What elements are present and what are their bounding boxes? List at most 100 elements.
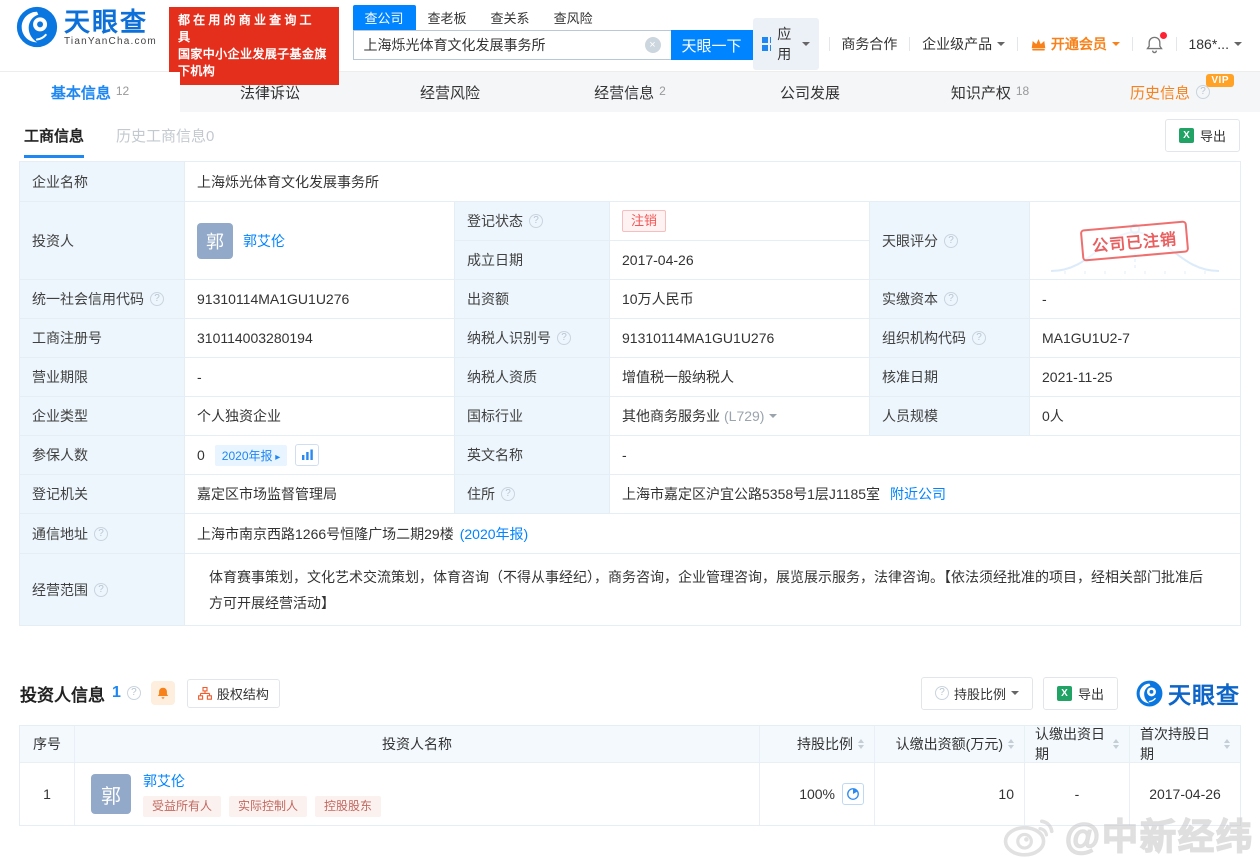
tab-operational-risk[interactable]: 经营风险 (360, 72, 540, 112)
investor-tags: 受益所有人 实际控制人 控股股东 (143, 796, 389, 817)
help-icon[interactable] (944, 233, 958, 248)
help-icon[interactable] (94, 582, 108, 597)
account-menu[interactable]: 186*... (1186, 36, 1243, 52)
sort-icon[interactable] (1113, 739, 1119, 749)
tianyancha-logo[interactable]: 天眼查 TianYanCha.com (16, 6, 157, 48)
help-icon[interactable] (944, 292, 958, 306)
help-icon[interactable] (557, 331, 571, 345)
export-button[interactable]: 导出 (1164, 119, 1240, 152)
notification-bell-icon[interactable] (1145, 31, 1167, 54)
investors-export-button[interactable]: 导出 (1042, 676, 1118, 710)
col-header-subscribed-date[interactable]: 认缴出资日期 (1025, 726, 1130, 763)
annual-report-badge[interactable]: 2020年报 (214, 444, 288, 466)
subtab-history-registration[interactable]: 历史工商信息0 (116, 125, 214, 146)
tab-basic-info[interactable]: 基本信息 12 (0, 72, 180, 112)
clear-icon[interactable] (644, 37, 661, 53)
notification-dot (1159, 31, 1167, 39)
company-type-value: 个人独资企业 (185, 397, 455, 436)
tianyancha-brand-mark: 天眼查 (1136, 676, 1240, 710)
sort-icon[interactable] (858, 739, 864, 749)
col-header-investor-name: 投资人名称 (75, 726, 760, 763)
industry-value[interactable]: 其他商务服务业 (L729) (610, 397, 870, 436)
business-info-table: 企业名称 上海烁光体育文化发展事务所 投资人 郭 郭艾伦 登记状态 注销 天眼评… (19, 161, 1241, 626)
tab-count: 12 (115, 84, 130, 98)
investor-cell: 郭 郭艾伦 (185, 202, 455, 280)
search-tab-boss[interactable]: 查老板 (416, 5, 479, 30)
help-icon[interactable] (150, 292, 164, 306)
tianyancha-swirl-icon (1136, 680, 1163, 707)
tab-history-info[interactable]: VIP 历史信息 (1080, 72, 1260, 112)
reg-status-label: 登记状态 (455, 202, 610, 241)
help-icon[interactable] (529, 214, 543, 228)
search-tab-company[interactable]: 查公司 (352, 5, 416, 30)
tab-company-development[interactable]: 公司发展 (720, 72, 900, 112)
tab-label: 公司发展 (779, 84, 840, 102)
brand-text: 天眼查 (1168, 682, 1240, 708)
tab-business-info[interactable]: 经营信息 2 (540, 72, 720, 112)
top-nav: 应用 商务合作 企业级产品 开通会员 186*... (752, 18, 1244, 70)
taxpayer-id-label: 纳税人识别号 (455, 319, 610, 358)
insured-count-value: 0 2020年报 (185, 436, 455, 475)
company-name-label: 企业名称 (20, 162, 185, 202)
sort-icon[interactable] (1008, 739, 1014, 749)
sort-icon[interactable] (1224, 739, 1230, 749)
excel-icon (1178, 128, 1194, 143)
divider (1131, 37, 1133, 51)
paid-capital-value: - (1030, 280, 1240, 319)
help-icon[interactable] (126, 686, 141, 700)
help-icon[interactable] (1196, 85, 1210, 99)
col-header-ratio[interactable]: 持股比例 (760, 726, 875, 763)
english-name-value: - (610, 436, 1240, 475)
reg-status-value: 注销 (610, 202, 870, 241)
apps-menu[interactable]: 应用 (752, 18, 819, 70)
col-header-first-holding-date[interactable]: 首次持股日期 (1130, 726, 1240, 763)
nav-open-membership[interactable]: 开通会员 (1028, 34, 1122, 54)
business-scope-label: 经营范围 (20, 554, 185, 625)
help-icon[interactable] (94, 526, 108, 541)
help-icon[interactable] (972, 331, 986, 345)
amount-cell: 10 (875, 763, 1025, 825)
investor-avatar[interactable]: 郭 (91, 774, 131, 814)
company-type-label: 企业类型 (20, 397, 185, 436)
shareholding-ratio-button[interactable]: 持股比例 (920, 676, 1033, 710)
tianyancha-swirl-icon (16, 6, 58, 48)
tab-intellectual-property[interactable]: 知识产权 18 (900, 72, 1080, 112)
approval-date-label: 核准日期 (870, 358, 1030, 397)
chevron-down-icon[interactable] (769, 414, 778, 422)
org-code-label: 组织机构代码 (870, 319, 1030, 358)
col-header-subscribed-amount[interactable]: 认缴出资额(万元) (875, 726, 1025, 763)
subtab-business-registration[interactable]: 工商信息 (24, 125, 85, 158)
insured-count-label: 参保人数 (20, 436, 185, 475)
nearby-companies-link[interactable]: 附近公司 (890, 484, 946, 504)
equity-structure-button[interactable]: 股权结构 (186, 678, 280, 708)
business-term-value: - (185, 358, 455, 397)
nav-business-cooperation[interactable]: 商务合作 (839, 34, 899, 54)
sub-tab-bar: 工商信息 历史工商信息0 导出 (0, 112, 1260, 159)
pie-chart-icon[interactable] (842, 783, 864, 805)
logo-domain: TianYanCha.com (64, 35, 157, 47)
apps-grid-icon (761, 37, 772, 51)
mail-address-value: 上海市南京西路1266号恒隆广场二期29楼 (2020年报) (185, 514, 1240, 554)
investor-name-link[interactable]: 郭艾伦 (143, 771, 389, 791)
nav-enterprise-products[interactable]: 企业级产品 (920, 34, 1007, 54)
help-icon[interactable] (501, 487, 515, 501)
monitor-bell-icon[interactable] (150, 681, 175, 705)
search-tab-risk[interactable]: 查风险 (542, 5, 605, 30)
residence-label: 住所 (455, 475, 610, 514)
investor-avatar[interactable]: 郭 (197, 222, 233, 259)
annual-report-link[interactable]: (2020年报) (460, 524, 528, 544)
investor-name-link[interactable]: 郭艾伦 (243, 231, 285, 251)
tab-legal-proceedings[interactable]: 法律诉讼 (180, 72, 360, 112)
search-tab-relation[interactable]: 查关系 (479, 5, 542, 30)
company-tab-bar: 基本信息 12 法律诉讼 经营风险 经营信息 2 公司发展 知识产权 18 VIP 历… (0, 71, 1260, 112)
investors-table: 序号 投资人名称 持股比例 认缴出资额(万元) 认缴出资日期 首次持股日期 1 … (19, 725, 1241, 826)
trend-chart-icon[interactable] (295, 444, 320, 466)
registry-label: 登记机关 (20, 475, 185, 514)
tab-label: 历史信息 (1129, 84, 1190, 102)
crown-icon (1031, 39, 1046, 51)
search-button[interactable]: 天眼一下 (670, 30, 753, 60)
company-name-value: 上海烁光体育文化发展事务所 (185, 162, 1240, 202)
search-input[interactable] (352, 30, 671, 60)
investors-count: 1 (112, 684, 121, 701)
tab-label: 经营风险 (419, 84, 480, 102)
